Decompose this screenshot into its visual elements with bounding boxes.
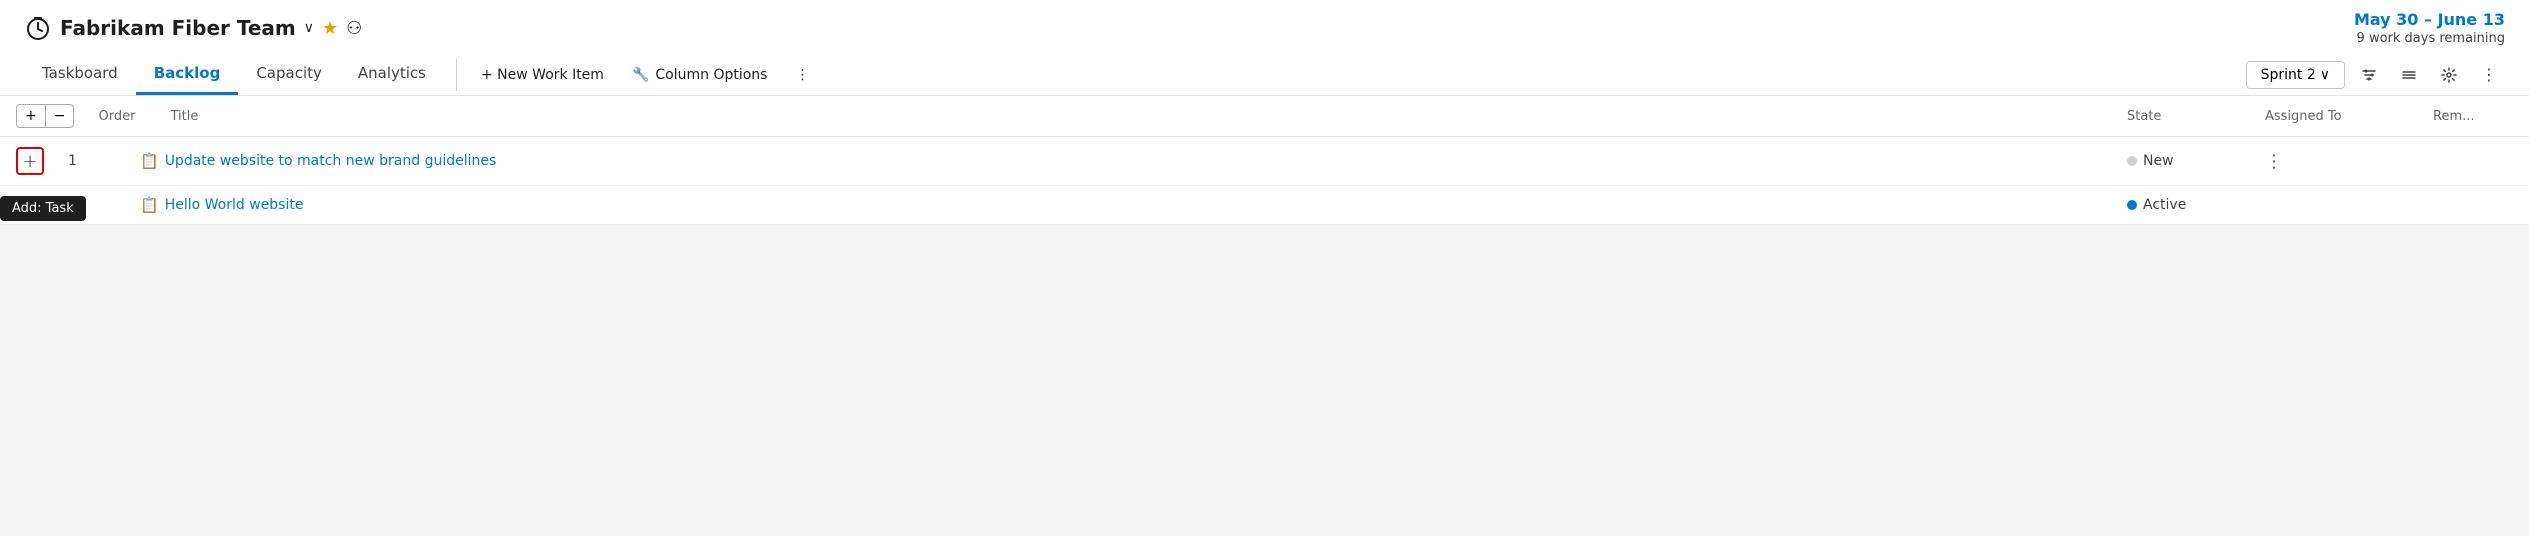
tab-analytics[interactable]: Analytics xyxy=(340,54,444,95)
more-dots-icon: ⋮ xyxy=(2481,65,2497,84)
tab-capacity[interactable]: Capacity xyxy=(238,54,340,95)
sprint-days: 9 work days remaining xyxy=(2354,31,2505,46)
col-header-remaining: Rem... xyxy=(2433,109,2513,124)
table-row: + 1 📋 Update website to match new brand … xyxy=(0,137,2529,186)
table-header-row: + − Order Title State Assigned To Rem... xyxy=(0,96,2529,137)
row-assigned: ⋮ xyxy=(2265,151,2425,172)
row-title-link[interactable]: 📋 Hello World website xyxy=(140,196,2119,214)
row-title-text: Update website to match new brand guidel… xyxy=(165,153,497,169)
more-options-button[interactable]: ⋮ xyxy=(2473,59,2505,90)
favorite-icon[interactable]: ★ xyxy=(322,18,338,39)
nav-and-toolbar: Taskboard Backlog Capacity Analytics + N… xyxy=(24,54,821,95)
tab-taskboard[interactable]: Taskboard xyxy=(24,54,136,95)
row-state: Active xyxy=(2127,197,2257,213)
work-item-icon: 📋 xyxy=(140,152,159,170)
timer-icon xyxy=(24,14,52,42)
sprint-selector[interactable]: Sprint 2 ∨ xyxy=(2246,61,2345,89)
top-bar: Fabrikam Fiber Team ∨ ★ ⚇ May 30 – June … xyxy=(0,0,2529,96)
nav-tabs: Taskboard Backlog Capacity Analytics xyxy=(24,54,444,95)
expand-collapse-buttons: + − xyxy=(16,104,74,128)
state-dot-new xyxy=(2127,156,2137,166)
nav-toolbar-row: Taskboard Backlog Capacity Analytics + N… xyxy=(24,54,2505,95)
table-row: 📋 Hello World website Active xyxy=(0,186,2529,225)
col-header-order: Order xyxy=(82,109,162,124)
team-members-icon[interactable]: ⚇ xyxy=(346,18,362,39)
sprint-dates: May 30 – June 13 xyxy=(2354,10,2505,29)
right-controls: Sprint 2 ∨ ⋮ xyxy=(2246,59,2505,90)
collapse-all-button[interactable]: − xyxy=(46,105,74,127)
settings-button[interactable] xyxy=(2433,61,2465,89)
state-label: New xyxy=(2143,153,2174,169)
col-header-title: Title xyxy=(170,109,2119,124)
team-dropdown-icon[interactable]: ∨ xyxy=(304,20,314,36)
row-state: New xyxy=(2127,153,2257,169)
toolbar-more-button[interactable]: ⋮ xyxy=(783,61,821,89)
group-button[interactable] xyxy=(2393,61,2425,89)
content-area: + − Order Title State Assigned To Rem...… xyxy=(0,96,2529,225)
new-work-item-button[interactable]: + New Work Item xyxy=(469,61,616,89)
sprint-selector-label: Sprint 2 xyxy=(2261,67,2316,83)
team-name: Fabrikam Fiber Team xyxy=(60,16,296,40)
work-item-icon: 📋 xyxy=(140,196,159,214)
more-icon: ⋮ xyxy=(795,67,809,83)
add-task-tooltip: Add: Task xyxy=(0,196,86,221)
sprint-chevron-icon: ∨ xyxy=(2320,67,2330,83)
row-more-icon[interactable]: ⋮ xyxy=(2265,151,2283,172)
team-name-section: Fabrikam Fiber Team ∨ ★ ⚇ xyxy=(24,14,362,42)
nav-divider xyxy=(456,59,457,91)
col-header-state: State xyxy=(2127,109,2257,124)
wrench-icon: 🔧 xyxy=(632,67,649,83)
row-title-text: Hello World website xyxy=(165,197,304,213)
top-row: Fabrikam Fiber Team ∨ ★ ⚇ May 30 – June … xyxy=(24,10,2505,54)
tab-backlog[interactable]: Backlog xyxy=(136,54,239,95)
sprint-info: May 30 – June 13 9 work days remaining xyxy=(2354,10,2505,46)
col-header-assigned: Assigned To xyxy=(2265,109,2425,124)
column-options-button[interactable]: 🔧 Column Options xyxy=(620,61,780,89)
toolbar-section: + New Work Item 🔧 Column Options ⋮ xyxy=(469,61,821,89)
add-task-button[interactable]: + xyxy=(16,147,44,175)
row-title-link[interactable]: 📋 Update website to match new brand guid… xyxy=(140,152,2119,170)
expand-all-button[interactable]: + xyxy=(17,105,46,127)
state-label: Active xyxy=(2143,197,2186,213)
state-dot-active xyxy=(2127,200,2137,210)
row-order: 1 xyxy=(52,153,132,169)
filter-button[interactable] xyxy=(2353,61,2385,89)
